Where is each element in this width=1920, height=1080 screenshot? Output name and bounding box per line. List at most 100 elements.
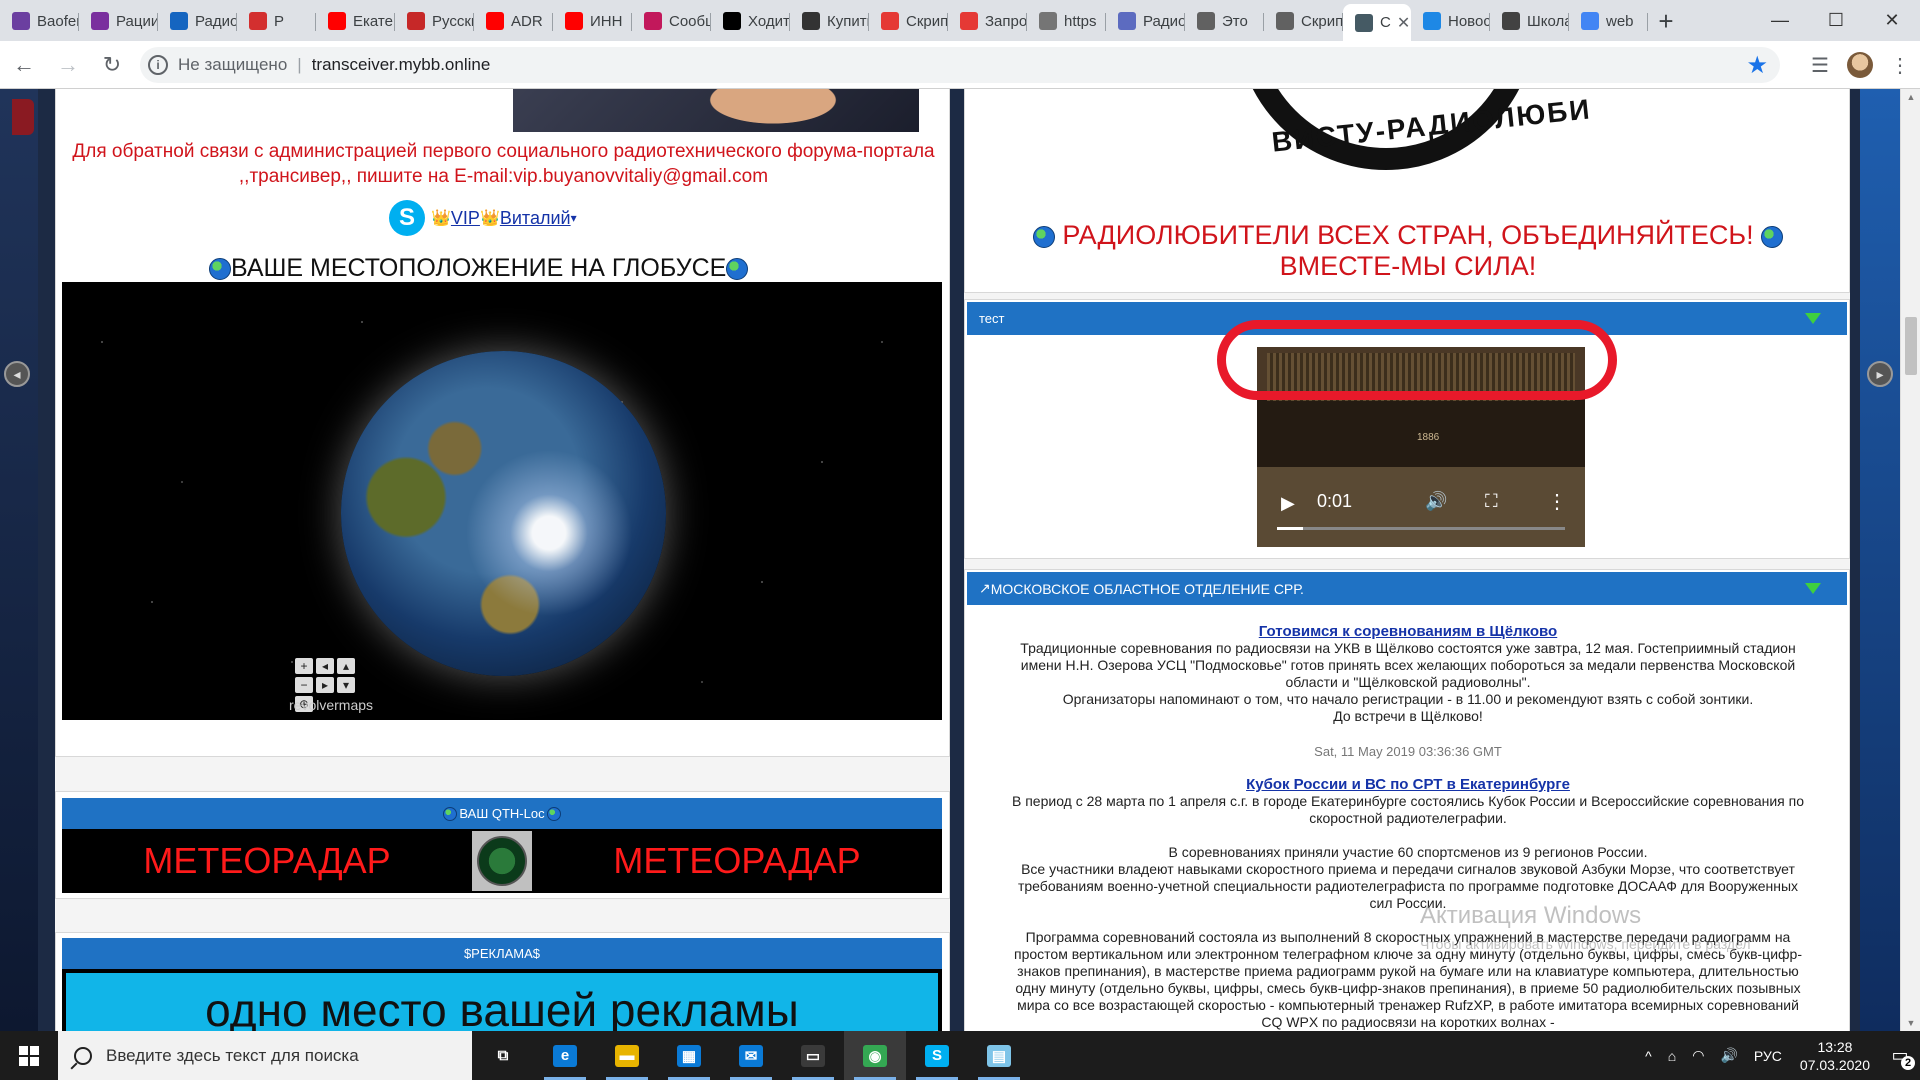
collapse-triangle-icon[interactable]: [1805, 583, 1821, 594]
back-button[interactable]: ←: [4, 45, 44, 85]
tab-12[interactable]: Запрос: [948, 4, 1027, 38]
tab-9[interactable]: Ходить: [711, 4, 790, 38]
browser-menu-icon[interactable]: ⋮: [1880, 45, 1920, 85]
clock-time: 13:28: [1800, 1038, 1870, 1056]
tab-13[interactable]: https: [1027, 4, 1106, 38]
video-menu-icon[interactable]: ⋮: [1547, 489, 1567, 514]
revolvermaps-globe[interactable]: +◂▴−▸▾⊕ revolvermaps: [62, 282, 942, 720]
volume-icon[interactable]: 🔊: [1425, 491, 1447, 512]
tab-3[interactable]: Р: [237, 4, 316, 38]
tab-4[interactable]: Екатеринбург: [316, 4, 395, 38]
globe-icon: [726, 258, 748, 280]
info-icon[interactable]: i: [148, 55, 168, 75]
close-window-button[interactable]: ✕: [1864, 0, 1920, 41]
pdf-icon: [407, 12, 425, 30]
news-title-link[interactable]: Кубок России и ВС по СРТ в Екатеринбурге: [1005, 776, 1811, 793]
notification-center-button[interactable]: ▭ 2: [1880, 1031, 1920, 1080]
start-button[interactable]: [0, 1031, 58, 1080]
bookmark-ribbon-icon[interactable]: [12, 99, 34, 135]
scroll-up-icon[interactable]: ▲: [1901, 89, 1920, 105]
taskbar-app-task-view[interactable]: ⧉: [472, 1031, 534, 1080]
taskbar-app-skype[interactable]: S: [906, 1031, 968, 1080]
page-viewport: ◂ ▸ ▲ ▼ Для обратной связи с администрац…: [0, 89, 1920, 1031]
ad-banner[interactable]: одно место вашей рекламы: [62, 969, 942, 1031]
globe-control-2[interactable]: ▴: [337, 658, 355, 674]
badge-14-icon: [960, 12, 978, 30]
carousel-right-icon[interactable]: ▸: [1867, 361, 1893, 387]
vip-name-link[interactable]: Виталий: [500, 208, 571, 229]
page-scrollbar[interactable]: ▲ ▼: [1900, 89, 1920, 1031]
windows-taskbar: Введите здесь текст для поиска ⧉e▬▦✉▭◉S▤…: [0, 1031, 1920, 1080]
tab-18[interactable]: Новости: [1411, 4, 1490, 38]
taskbar-clock[interactable]: 13:28 07.03.2020: [1790, 1038, 1880, 1074]
taskbar-app-notepad[interactable]: ▤: [968, 1031, 1030, 1080]
video-progress-bar[interactable]: [1277, 527, 1565, 530]
tab-14[interactable]: Радио: [1106, 4, 1185, 38]
scroll-down-icon[interactable]: ▼: [1901, 1015, 1920, 1031]
wifi-icon[interactable]: ◠: [1684, 1047, 1712, 1064]
globe-panel: Для обратной связи с администрацией перв…: [55, 89, 950, 757]
tray-chevron-icon[interactable]: ^: [1637, 1048, 1660, 1064]
revolvermaps-brand[interactable]: revolvermaps: [289, 697, 373, 713]
news-title-link[interactable]: Готовимся к соревнованиям в Щёлково: [1005, 623, 1811, 640]
new-tab-button[interactable]: +: [1648, 4, 1684, 38]
play-icon[interactable]: ▶: [1281, 493, 1295, 514]
collapse-triangle-icon[interactable]: [1805, 313, 1821, 324]
taskbar-app-chrome[interactable]: ◉: [844, 1031, 906, 1080]
taskbar-app-edge[interactable]: e: [534, 1031, 596, 1080]
tab-15[interactable]: Это: [1185, 4, 1264, 38]
tab-7[interactable]: ИНН: [553, 4, 632, 38]
volume-icon[interactable]: 🔊: [1712, 1047, 1745, 1064]
address-bar[interactable]: i Не защищено | transceiver.mybb.online …: [140, 47, 1780, 83]
vip-label[interactable]: VIP: [451, 208, 480, 229]
earth-globe[interactable]: [341, 351, 666, 676]
tab-label: ИНН: [590, 13, 622, 30]
close-tab-icon[interactable]: ✕: [1391, 13, 1410, 33]
minimize-button[interactable]: —: [1752, 0, 1808, 41]
tab-20[interactable]: web: [1569, 4, 1648, 38]
chevron-down-icon[interactable]: ▾: [571, 211, 577, 225]
scrollbar-thumb[interactable]: [1905, 317, 1917, 375]
tab-1[interactable]: Рации: [79, 4, 158, 38]
bookmark-star-icon[interactable]: ★: [1746, 51, 1768, 80]
profile-avatar[interactable]: [1840, 45, 1880, 85]
vip-user-link[interactable]: S 👑 VIP 👑 Виталий ▾: [389, 200, 577, 236]
taskbar-app-explorer[interactable]: ▬: [596, 1031, 658, 1080]
tab-19[interactable]: Школа: [1490, 4, 1569, 38]
tab-0[interactable]: Baofeng: [0, 4, 79, 38]
tab-5[interactable]: Русский: [395, 4, 474, 38]
meteoradar-label-right: МЕТЕОРАДАР: [532, 840, 942, 882]
taskbar-app-store[interactable]: ▦: [658, 1031, 720, 1080]
globe-control-1[interactable]: ◂: [316, 658, 334, 674]
fullscreen-icon[interactable]: ⛶: [1485, 491, 1498, 512]
radio-brand: 1886: [1417, 432, 1439, 443]
tab-10[interactable]: Купить: [790, 4, 869, 38]
carousel-left-icon[interactable]: ◂: [4, 361, 30, 387]
globe-control-5[interactable]: ▾: [337, 677, 355, 693]
forward-button[interactable]: →: [48, 45, 88, 85]
skype-icon[interactable]: S: [389, 200, 425, 236]
tab-8[interactable]: Сообщение: [632, 4, 711, 38]
slogan-text: РАДИОЛЮБИТЕЛИ ВСЕХ СТРАН, ОБЪЕДИНЯЙТЕСЬ!…: [1025, 220, 1791, 282]
network-icon[interactable]: ⌂: [1660, 1048, 1684, 1064]
maximize-button[interactable]: ☐: [1808, 0, 1864, 41]
taskbar-search[interactable]: Введите здесь текст для поиска: [58, 1031, 472, 1080]
language-indicator[interactable]: РУС: [1746, 1048, 1790, 1064]
youtube-icon: [486, 12, 504, 30]
meteoradar-banner[interactable]: МЕТЕОРАДАР МЕТЕОРАДАР: [62, 829, 942, 893]
globe-control-0[interactable]: +: [295, 658, 313, 674]
radio-icon: [802, 12, 820, 30]
tab-16[interactable]: Скрипт: [1264, 4, 1343, 38]
globe-control-3[interactable]: −: [295, 677, 313, 693]
taskbar-app-terminal[interactable]: ▭: [782, 1031, 844, 1080]
tab-17[interactable]: С✕: [1343, 4, 1411, 41]
globe-control-4[interactable]: ▸: [316, 677, 334, 693]
tab-6[interactable]: ADR: [474, 4, 553, 38]
reading-list-icon[interactable]: ☰: [1800, 45, 1840, 85]
tab-11[interactable]: Скрипт: [869, 4, 948, 38]
tab-label: Запрос: [985, 13, 1027, 30]
news-paragraph: В соревнованиях приняли участие 60 спорт…: [1005, 844, 1811, 861]
reload-button[interactable]: ↻: [92, 45, 132, 85]
taskbar-app-mail[interactable]: ✉: [720, 1031, 782, 1080]
tab-2[interactable]: Радио: [158, 4, 237, 38]
